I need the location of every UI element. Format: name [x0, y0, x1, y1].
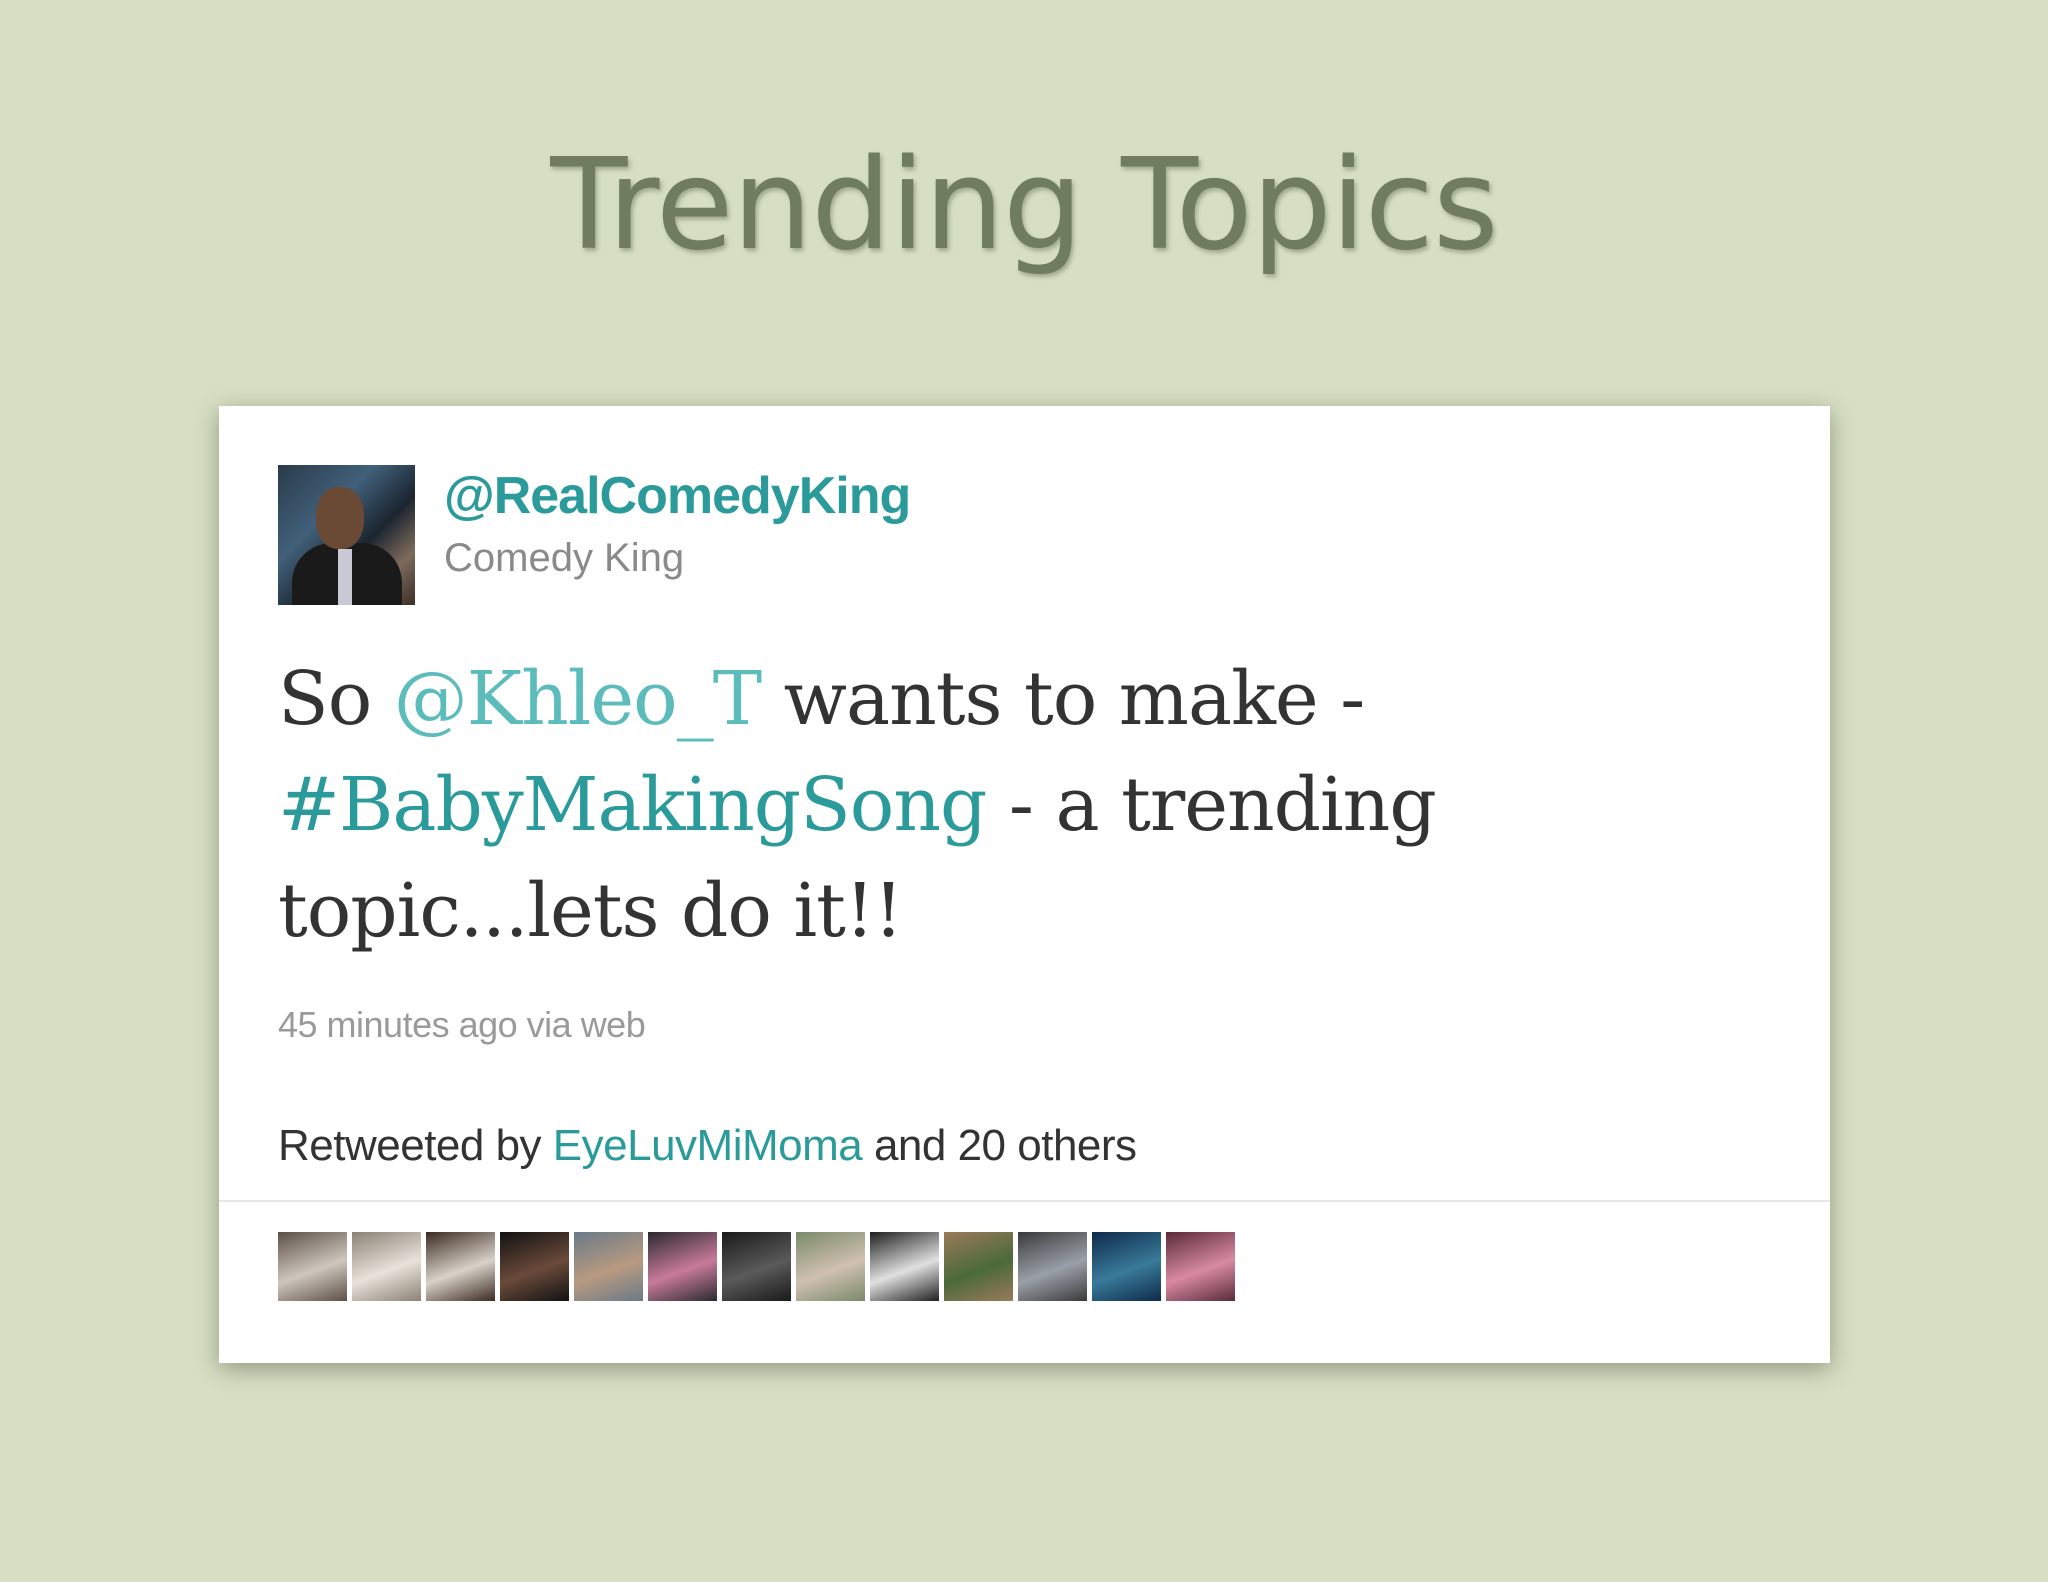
avatar-face: [316, 487, 364, 549]
retweet-user-link[interactable]: EyeLuvMiMoma: [553, 1121, 863, 1170]
retweeter-avatar-11[interactable]: [1018, 1232, 1087, 1301]
tweet-hashtag-link[interactable]: #BabyMakingSong: [278, 762, 987, 848]
retweeter-avatar-4[interactable]: [500, 1232, 569, 1301]
avatar-tie: [338, 549, 352, 605]
retweeter-avatar-5[interactable]: [574, 1232, 643, 1301]
tweet-mention-link[interactable]: @Khleo_T: [394, 656, 762, 742]
retweeter-avatar-8[interactable]: [796, 1232, 865, 1301]
user-avatar[interactable]: [278, 465, 415, 605]
retweeter-avatar-10[interactable]: [944, 1232, 1013, 1301]
tweet-meta: 45 minutes ago via web: [278, 1004, 646, 1045]
tweet-text: So @Khleo_T wants to make - #BabyMakingS…: [278, 646, 1778, 964]
divider: [219, 1200, 1830, 1202]
retweeter-avatar-3[interactable]: [426, 1232, 495, 1301]
tweet-username[interactable]: @RealComedyKing: [444, 464, 911, 528]
tweet-text-part: wants to make -: [761, 656, 1366, 742]
retweeter-avatar-6[interactable]: [648, 1232, 717, 1301]
retweeter-avatar-12[interactable]: [1092, 1232, 1161, 1301]
retweet-summary: Retweeted by EyeLuvMiMoma and 20 others: [278, 1119, 1137, 1173]
retweet-prefix: Retweeted by: [278, 1121, 553, 1170]
retweeter-avatar-2[interactable]: [352, 1232, 421, 1301]
retweeter-avatar-9[interactable]: [870, 1232, 939, 1301]
retweeter-avatar-13[interactable]: [1166, 1232, 1235, 1301]
retweet-suffix: and 20 others: [862, 1121, 1137, 1170]
retweeter-avatar-1[interactable]: [278, 1232, 347, 1301]
tweet-display-name: Comedy King: [444, 536, 685, 580]
retweeters-avatars: [278, 1232, 1235, 1301]
retweeter-avatar-7[interactable]: [722, 1232, 791, 1301]
tweet-card: @RealComedyKing Comedy King So @Khleo_T …: [219, 406, 1830, 1363]
slide-title: Trending Topics: [550, 131, 1498, 278]
tweet-text-part: So: [278, 656, 394, 742]
